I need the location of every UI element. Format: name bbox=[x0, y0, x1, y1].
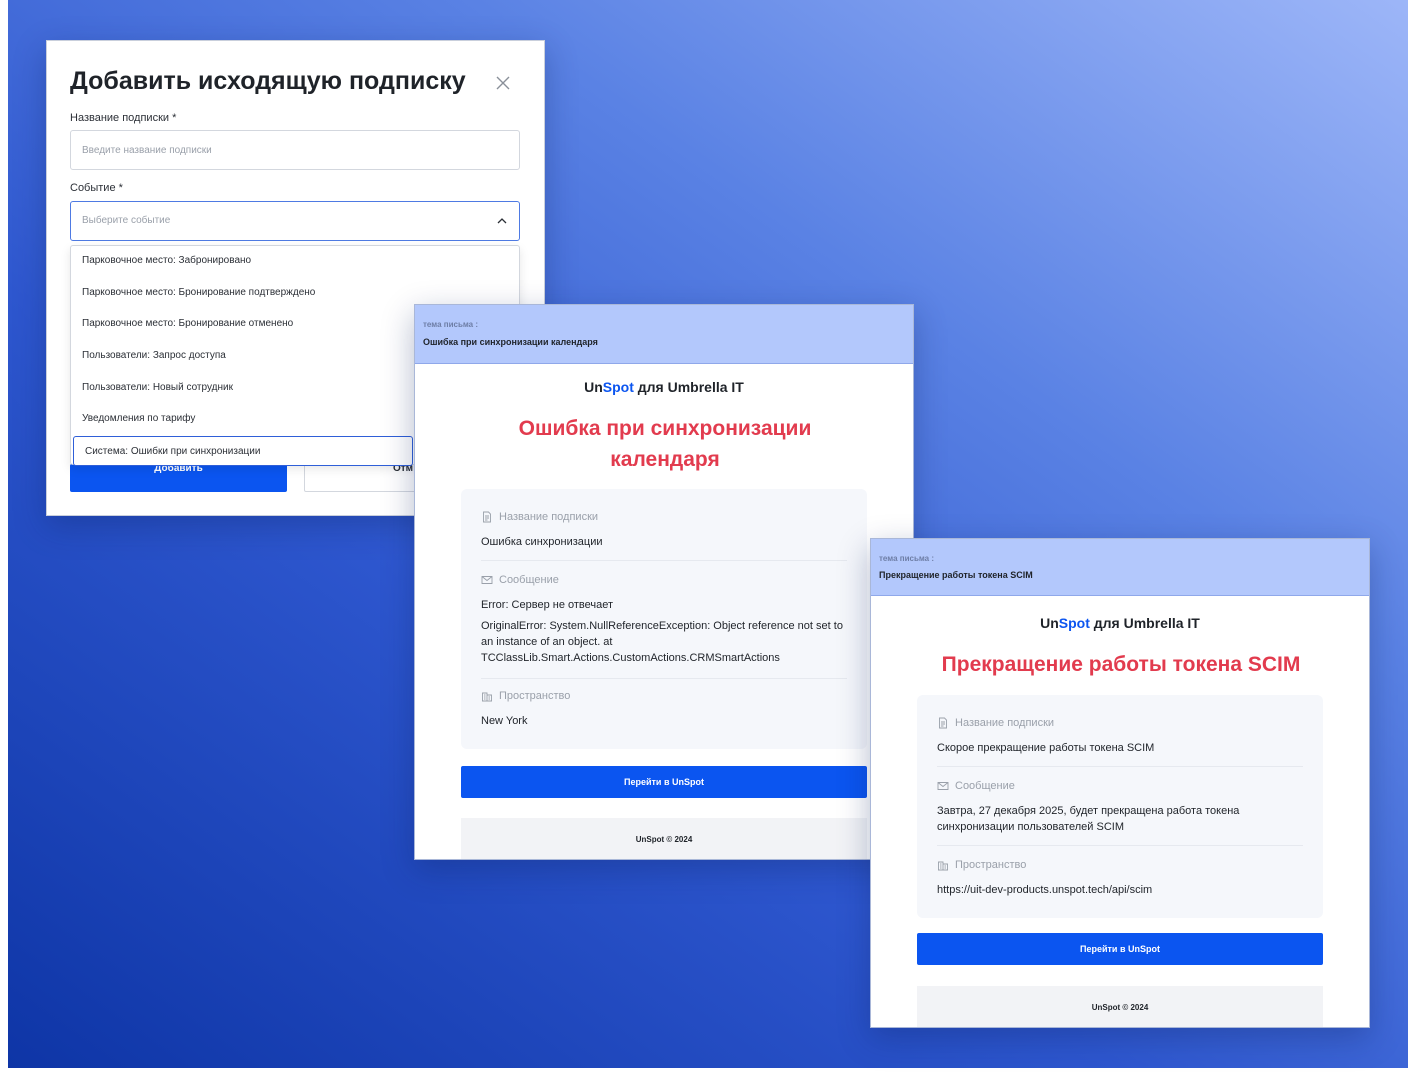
brand-un: Un bbox=[1040, 615, 1059, 631]
email-info-panel: Название подписки Скорое прекращение раб… bbox=[917, 695, 1323, 918]
brand-spot: Spot bbox=[1058, 615, 1090, 631]
email-preview-calendar-error: тема письма : Ошибка при синхронизации к… bbox=[414, 304, 914, 860]
subscription-name-input[interactable] bbox=[70, 130, 520, 170]
chevron-up-icon bbox=[497, 218, 507, 224]
info-subscription-name: Название подписки Скорое прекращение раб… bbox=[937, 716, 1303, 756]
info-space: Пространство https://uit-dev-products.un… bbox=[937, 858, 1303, 898]
info-space: Пространство New York bbox=[481, 689, 847, 729]
email-subject: Прекращение работы токена SCIM bbox=[879, 570, 1033, 580]
divider bbox=[481, 678, 847, 679]
brand-logo: UnSpot для Umbrella IT bbox=[415, 379, 913, 395]
add-button[interactable]: Добавить bbox=[70, 464, 287, 492]
brand-rest: для Umbrella IT bbox=[1089, 615, 1200, 631]
info-value: OriginalError: System.NullReferenceExcep… bbox=[481, 620, 843, 664]
email-title: Прекращение работы токена SCIM bbox=[941, 653, 1301, 676]
info-label: Название подписки bbox=[955, 717, 1055, 729]
info-message: Сообщение Завтра, 27 декабря 2025, будет… bbox=[937, 779, 1303, 835]
brand-rest: для Umbrella IT bbox=[633, 379, 744, 395]
close-icon[interactable] bbox=[493, 73, 513, 93]
info-value: New York bbox=[481, 715, 528, 727]
subject-caption: тема письма : bbox=[423, 320, 479, 329]
info-label: Пространство bbox=[955, 859, 1027, 871]
email-footer: UnSpot © 2024 bbox=[917, 986, 1323, 1027]
event-option[interactable]: Парковочное место: Забронировано bbox=[71, 246, 519, 276]
event-label: Событие * bbox=[70, 182, 123, 194]
mail-icon bbox=[481, 576, 493, 584]
info-value: Скорое прекращение работы токена SCIM bbox=[937, 742, 1155, 754]
email-subject-bar: тема письма : Ошибка при синхронизации к… bbox=[415, 305, 913, 364]
info-value: https://uit-dev-products.unspot.tech/api… bbox=[937, 884, 1153, 896]
email-preview-scim-token: тема письма : Прекращение работы токена … bbox=[870, 538, 1370, 1028]
subscription-name-label: Название подписки * bbox=[70, 112, 177, 124]
document-icon bbox=[483, 511, 491, 523]
go-to-unspot-button[interactable]: Перейти в UnSpot bbox=[461, 766, 867, 798]
info-label: Сообщение bbox=[955, 780, 1015, 792]
event-option-selected[interactable]: Система: Ошибки при синхронизации bbox=[73, 436, 413, 466]
mail-icon bbox=[937, 782, 949, 790]
brand-un: Un bbox=[584, 379, 603, 395]
info-subscription-name: Название подписки Ошибка синхронизации bbox=[481, 510, 847, 550]
divider bbox=[937, 766, 1303, 767]
brand-logo: UnSpot для Umbrella IT bbox=[871, 615, 1369, 631]
info-value: Завтра, 27 декабря 2025, будет прекращен… bbox=[937, 805, 1240, 833]
document-icon bbox=[939, 717, 947, 729]
info-label: Пространство bbox=[499, 690, 571, 702]
building-icon bbox=[938, 861, 948, 871]
building-icon bbox=[482, 692, 492, 702]
event-select-placeholder: Выберите событие bbox=[82, 215, 171, 226]
event-select[interactable]: Выберите событие bbox=[70, 201, 520, 241]
dialog-title: Добавить исходящую подписку bbox=[70, 67, 466, 95]
divider bbox=[481, 560, 847, 561]
email-footer: UnSpot © 2024 bbox=[461, 818, 867, 859]
info-value: Ошибка синхронизации bbox=[481, 536, 603, 548]
info-label: Сообщение bbox=[499, 574, 559, 586]
brand-spot: Spot bbox=[602, 379, 634, 395]
subject-caption: тема письма : bbox=[879, 554, 935, 563]
divider bbox=[937, 845, 1303, 846]
info-label: Название подписки bbox=[499, 511, 599, 523]
email-title: Ошибка при синхронизации календаря bbox=[518, 417, 812, 471]
go-to-unspot-button[interactable]: Перейти в UnSpot bbox=[917, 933, 1323, 965]
info-value: Error: Сервер не отвечает bbox=[481, 599, 614, 611]
email-subject-bar: тема письма : Прекращение работы токена … bbox=[871, 539, 1369, 596]
info-message: Сообщение Error: Сервер не отвечает Orig… bbox=[481, 573, 847, 666]
email-info-panel: Название подписки Ошибка синхронизации С… bbox=[461, 489, 867, 749]
email-subject: Ошибка при синхронизации календаря bbox=[423, 337, 598, 347]
